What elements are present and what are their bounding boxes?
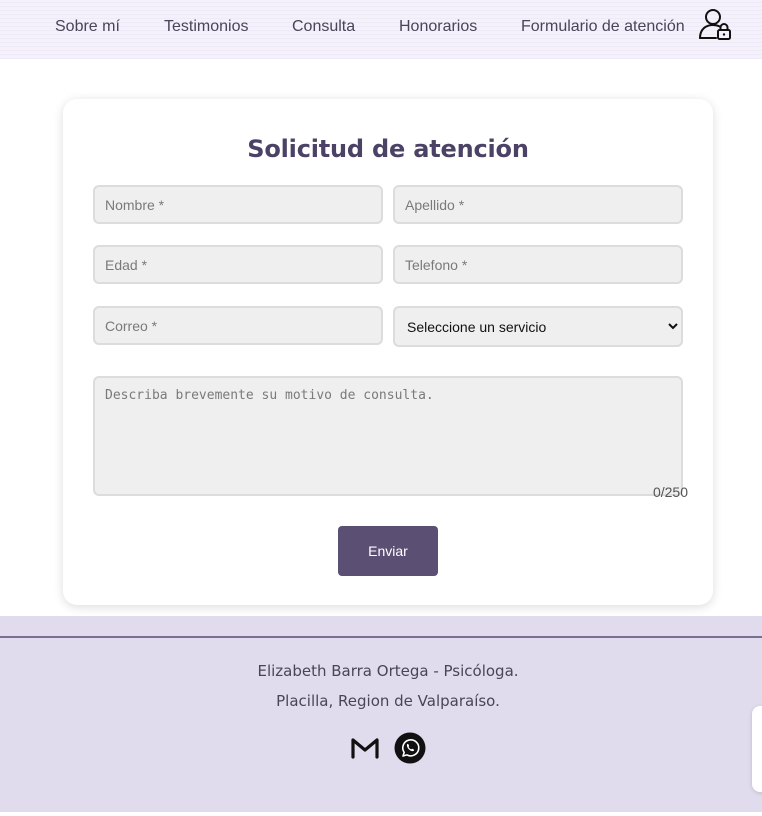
nav-link-formulario[interactable]: Formulario de atención xyxy=(521,17,685,37)
nombre-field[interactable] xyxy=(93,185,383,224)
servicio-select[interactable]: Seleccione un servicio xyxy=(393,306,683,347)
char-counter: 0/250 xyxy=(652,484,688,500)
footer: Elizabeth Barra Ortega - Psicóloga. Plac… xyxy=(0,616,762,812)
footer-divider xyxy=(0,636,762,638)
nav-link-testimonios[interactable]: Testimonios xyxy=(164,17,248,37)
user-lock-icon[interactable] xyxy=(698,8,734,42)
nav-link-honorarios[interactable]: Honorarios xyxy=(399,17,477,37)
motivo-textarea[interactable] xyxy=(93,376,683,496)
form-title: Solicitud de atención xyxy=(247,135,529,163)
top-navigation: Sobre mí Testimonios Consulta Honorarios… xyxy=(0,0,762,59)
nav-link-consulta[interactable]: Consulta xyxy=(292,17,355,37)
whatsapp-icon[interactable] xyxy=(394,732,426,764)
apellido-field[interactable] xyxy=(393,185,683,224)
footer-location: Placilla, Region de Valparaíso. xyxy=(276,692,500,710)
submit-button[interactable]: Enviar xyxy=(338,526,438,576)
gmail-icon[interactable] xyxy=(350,736,380,760)
footer-name: Elizabeth Barra Ortega - Psicóloga. xyxy=(257,662,519,680)
side-tab[interactable] xyxy=(752,706,762,792)
nav-link-sobre-mi[interactable]: Sobre mí xyxy=(55,17,120,37)
telefono-field[interactable] xyxy=(393,245,683,284)
edad-field[interactable] xyxy=(93,245,383,284)
correo-field[interactable] xyxy=(93,306,383,345)
